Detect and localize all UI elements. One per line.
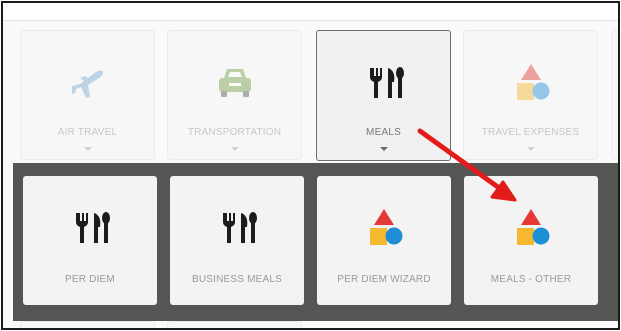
category-travel-expenses[interactable]: TRAVEL EXPENSES [463,30,598,160]
shapes-icon [464,61,597,103]
chevron-down-icon [379,147,388,151]
category-tile-partial[interactable] [20,321,155,328]
subcategory-label: BUSINESS MEALS [191,274,283,285]
category-label: MEALS [366,127,401,138]
subcategory-business-meals[interactable]: BUSINESS MEALS [170,176,304,305]
chevron-down-icon [230,147,239,151]
airplane-icon [21,61,154,103]
category-meals[interactable]: MEALS [316,30,451,161]
category-tile-partial[interactable] [611,30,618,160]
chevron-down-icon [526,147,535,151]
category-label: TRANSPORTATION [187,127,282,138]
fork-knife-icon [317,61,450,103]
shapes-icon [317,206,451,248]
expense-category-window: AIR TRAVEL TRANSPORTATION MEALS TRAVEL E… [1,1,620,330]
subcategory-label: PER DIEM [65,274,115,285]
category-tile-partial[interactable] [167,321,302,328]
subcategory-label: PER DIEM WIZARD [337,274,431,285]
chevron-down-icon [83,147,92,151]
category-label: AIR TRAVEL [57,127,118,138]
fork-knife-icon [23,206,157,248]
category-air-travel[interactable]: AIR TRAVEL [20,30,155,160]
car-icon [168,61,301,103]
fork-knife-icon [170,206,304,248]
category-label: TRAVEL EXPENSES [481,127,580,138]
subcategory-per-diem-wizard[interactable]: PER DIEM WIZARD [317,176,451,305]
shapes-icon [464,206,598,248]
subcategory-per-diem[interactable]: PER DIEM [23,176,157,305]
category-transportation[interactable]: TRANSPORTATION [167,30,302,160]
subcategory-label: MEALS - OTHER [490,274,572,285]
subcategory-meals-other[interactable]: MEALS - OTHER [464,176,598,305]
top-bar [3,3,618,21]
